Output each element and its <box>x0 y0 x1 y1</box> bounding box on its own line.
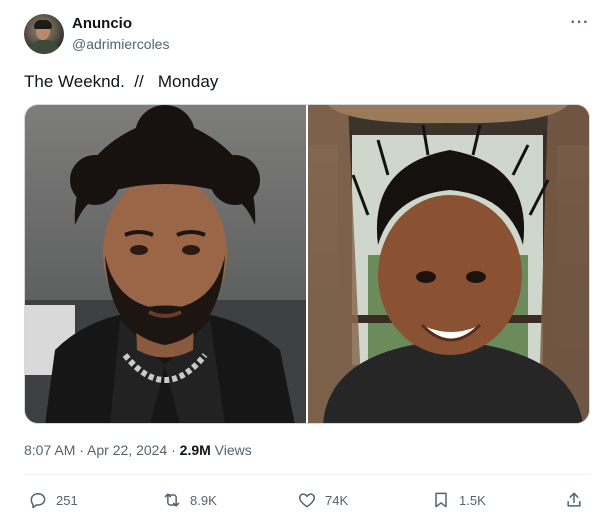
views-count: 2.9M <box>179 442 211 458</box>
divider <box>24 474 590 475</box>
media-grid[interactable] <box>24 104 590 424</box>
tweet-text: The Weeknd. // Monday <box>24 72 219 91</box>
tweet-time[interactable]: 8:07 AM <box>24 442 75 458</box>
tweet-date[interactable]: Apr 22, 2024 <box>87 442 167 458</box>
author-handle[interactable]: @adrimiercoles <box>72 35 169 53</box>
like-count: 74K <box>325 492 349 508</box>
tweet-meta: 8:07 AM · Apr 22, 2024 · 2.9M Views <box>24 441 252 459</box>
like-button[interactable]: 74K <box>297 484 348 516</box>
meta-separator-2: · <box>167 442 180 458</box>
avatar-body-shape <box>28 40 60 54</box>
bookmark-count: 1.5K <box>459 492 486 508</box>
repost-icon <box>164 493 180 507</box>
ellipsis-icon: ··· <box>570 14 590 31</box>
reply-button[interactable]: 251 <box>28 484 78 516</box>
author-name[interactable]: Anuncio <box>72 15 132 33</box>
avatar-hair-shape <box>34 20 52 29</box>
bookmark-icon <box>435 492 447 508</box>
photo-left-illustration <box>25 105 306 423</box>
views-label: Views <box>210 442 252 458</box>
photo-right-illustration <box>308 105 589 423</box>
share-icon <box>567 492 581 507</box>
photo-right[interactable] <box>308 105 589 423</box>
avatar[interactable] <box>24 14 64 54</box>
heart-icon <box>298 493 316 508</box>
meta-separator-1: · <box>75 442 88 458</box>
tweet: Anuncio @adrimiercoles ··· The Weeknd. /… <box>0 0 612 532</box>
repost-button[interactable]: 8.9K <box>162 484 217 516</box>
repost-count: 8.9K <box>190 492 217 508</box>
share-button[interactable] <box>564 484 584 516</box>
bookmark-button[interactable]: 1.5K <box>431 484 486 516</box>
photo-left[interactable] <box>25 105 306 423</box>
action-bar: 251 8.9K 74K 1.5K <box>0 484 612 520</box>
reply-count: 251 <box>56 492 78 508</box>
more-options-button[interactable]: ··· <box>569 13 591 35</box>
reply-icon <box>30 493 46 509</box>
